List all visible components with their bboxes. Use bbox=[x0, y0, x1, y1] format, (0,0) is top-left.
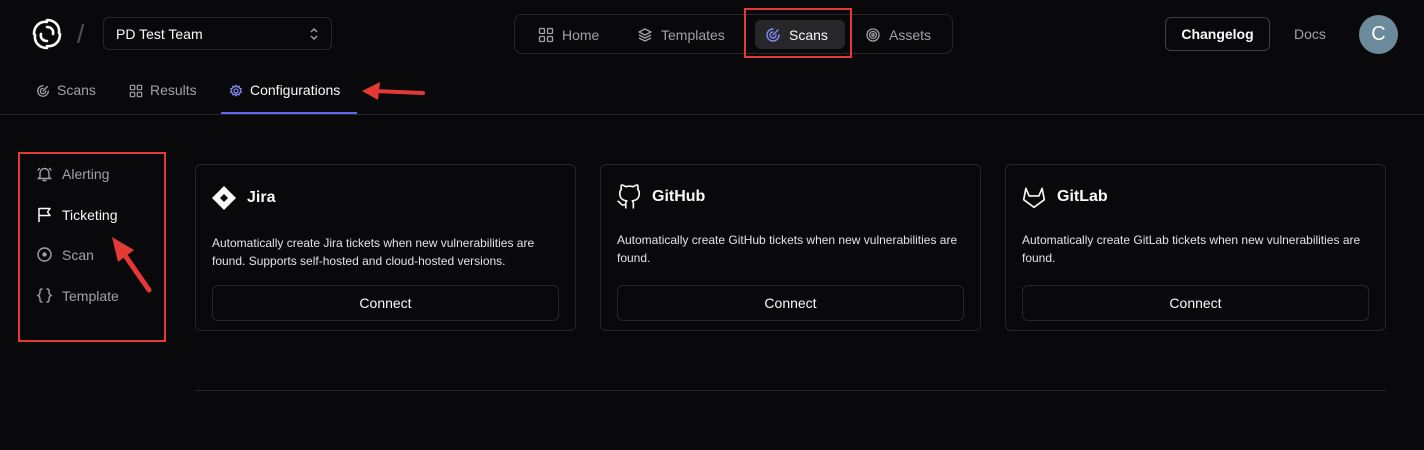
nav-home[interactable]: Home bbox=[528, 20, 609, 49]
sidebar-item-label: Alerting bbox=[62, 165, 110, 182]
content-divider bbox=[195, 390, 1386, 391]
sidebar-item-label: Scan bbox=[62, 246, 94, 263]
target-icon bbox=[865, 27, 881, 43]
nav-assets-label: Assets bbox=[889, 26, 932, 43]
tab-scans[interactable]: Scans bbox=[36, 80, 96, 114]
nav-scans[interactable]: Scans bbox=[755, 20, 845, 49]
chevron-up-down-icon bbox=[309, 27, 319, 41]
nav-home-label: Home bbox=[562, 26, 600, 43]
nav-scans-label: Scans bbox=[789, 26, 828, 43]
gitlab-icon bbox=[1021, 184, 1047, 210]
jira-icon bbox=[211, 185, 237, 211]
avatar[interactable]: C bbox=[1359, 15, 1398, 54]
nav-assets[interactable]: Assets bbox=[855, 20, 941, 49]
tab-configurations-label: Configurations bbox=[250, 82, 341, 98]
card-description: Automatically create Jira tickets when n… bbox=[212, 236, 535, 268]
scan-circle-icon bbox=[36, 246, 53, 263]
card-title: GitLab bbox=[1057, 188, 1108, 205]
sidebar-item-template[interactable]: Template bbox=[36, 287, 119, 304]
braces-icon bbox=[36, 287, 53, 304]
github-icon bbox=[616, 184, 642, 210]
sidebar-item-label: Ticketing bbox=[62, 206, 118, 223]
projectdiscovery-logo-icon[interactable] bbox=[29, 16, 65, 52]
sidebar-item-scan[interactable]: Scan bbox=[36, 246, 94, 263]
results-icon bbox=[129, 84, 143, 98]
card-description: Automatically create GitHub tickets when… bbox=[617, 233, 958, 265]
team-select-value: PD Test Team bbox=[116, 25, 203, 42]
tab-results[interactable]: Results bbox=[129, 80, 197, 114]
card-title: GitHub bbox=[652, 188, 706, 205]
tab-scans-label: Scans bbox=[57, 82, 96, 98]
main-nav: Home Templates Scans Assets bbox=[514, 14, 953, 54]
card-description: Automatically create GitLab tickets when… bbox=[1022, 233, 1361, 265]
sidebar-item-alerting[interactable]: Alerting bbox=[36, 165, 109, 182]
integration-card-jira: Jira Automatically create Jira tickets w… bbox=[195, 164, 576, 331]
radar-icon bbox=[765, 27, 781, 43]
connect-gitlab-button[interactable]: Connect bbox=[1022, 285, 1369, 321]
nav-templates[interactable]: Templates bbox=[627, 20, 735, 49]
sidebar-item-label: Template bbox=[62, 287, 119, 304]
sidebar-item-ticketing[interactable]: Ticketing bbox=[36, 206, 118, 223]
header-divider bbox=[0, 114, 1424, 115]
integration-card-github: GitHub Automatically create GitHub ticke… bbox=[600, 164, 981, 331]
radar-icon bbox=[36, 84, 50, 98]
layers-icon bbox=[637, 27, 653, 43]
tab-configurations[interactable]: Configurations bbox=[229, 80, 340, 114]
integration-card-gitlab: GitLab Automatically create GitLab ticke… bbox=[1005, 164, 1386, 331]
docs-link[interactable]: Docs bbox=[1294, 26, 1326, 42]
gear-icon bbox=[229, 84, 243, 98]
card-title: Jira bbox=[247, 189, 276, 206]
nav-templates-label: Templates bbox=[661, 26, 725, 43]
connect-jira-button[interactable]: Connect bbox=[212, 285, 559, 321]
changelog-button[interactable]: Changelog bbox=[1165, 17, 1270, 51]
grid-icon bbox=[538, 27, 554, 43]
flag-icon bbox=[36, 206, 53, 223]
bell-icon bbox=[36, 165, 53, 182]
connect-github-button[interactable]: Connect bbox=[617, 285, 964, 321]
breadcrumb-separator: / bbox=[77, 19, 85, 49]
team-select[interactable]: PD Test Team bbox=[103, 17, 332, 50]
annotation-arrow-configurations bbox=[362, 82, 425, 100]
tab-results-label: Results bbox=[150, 82, 197, 98]
